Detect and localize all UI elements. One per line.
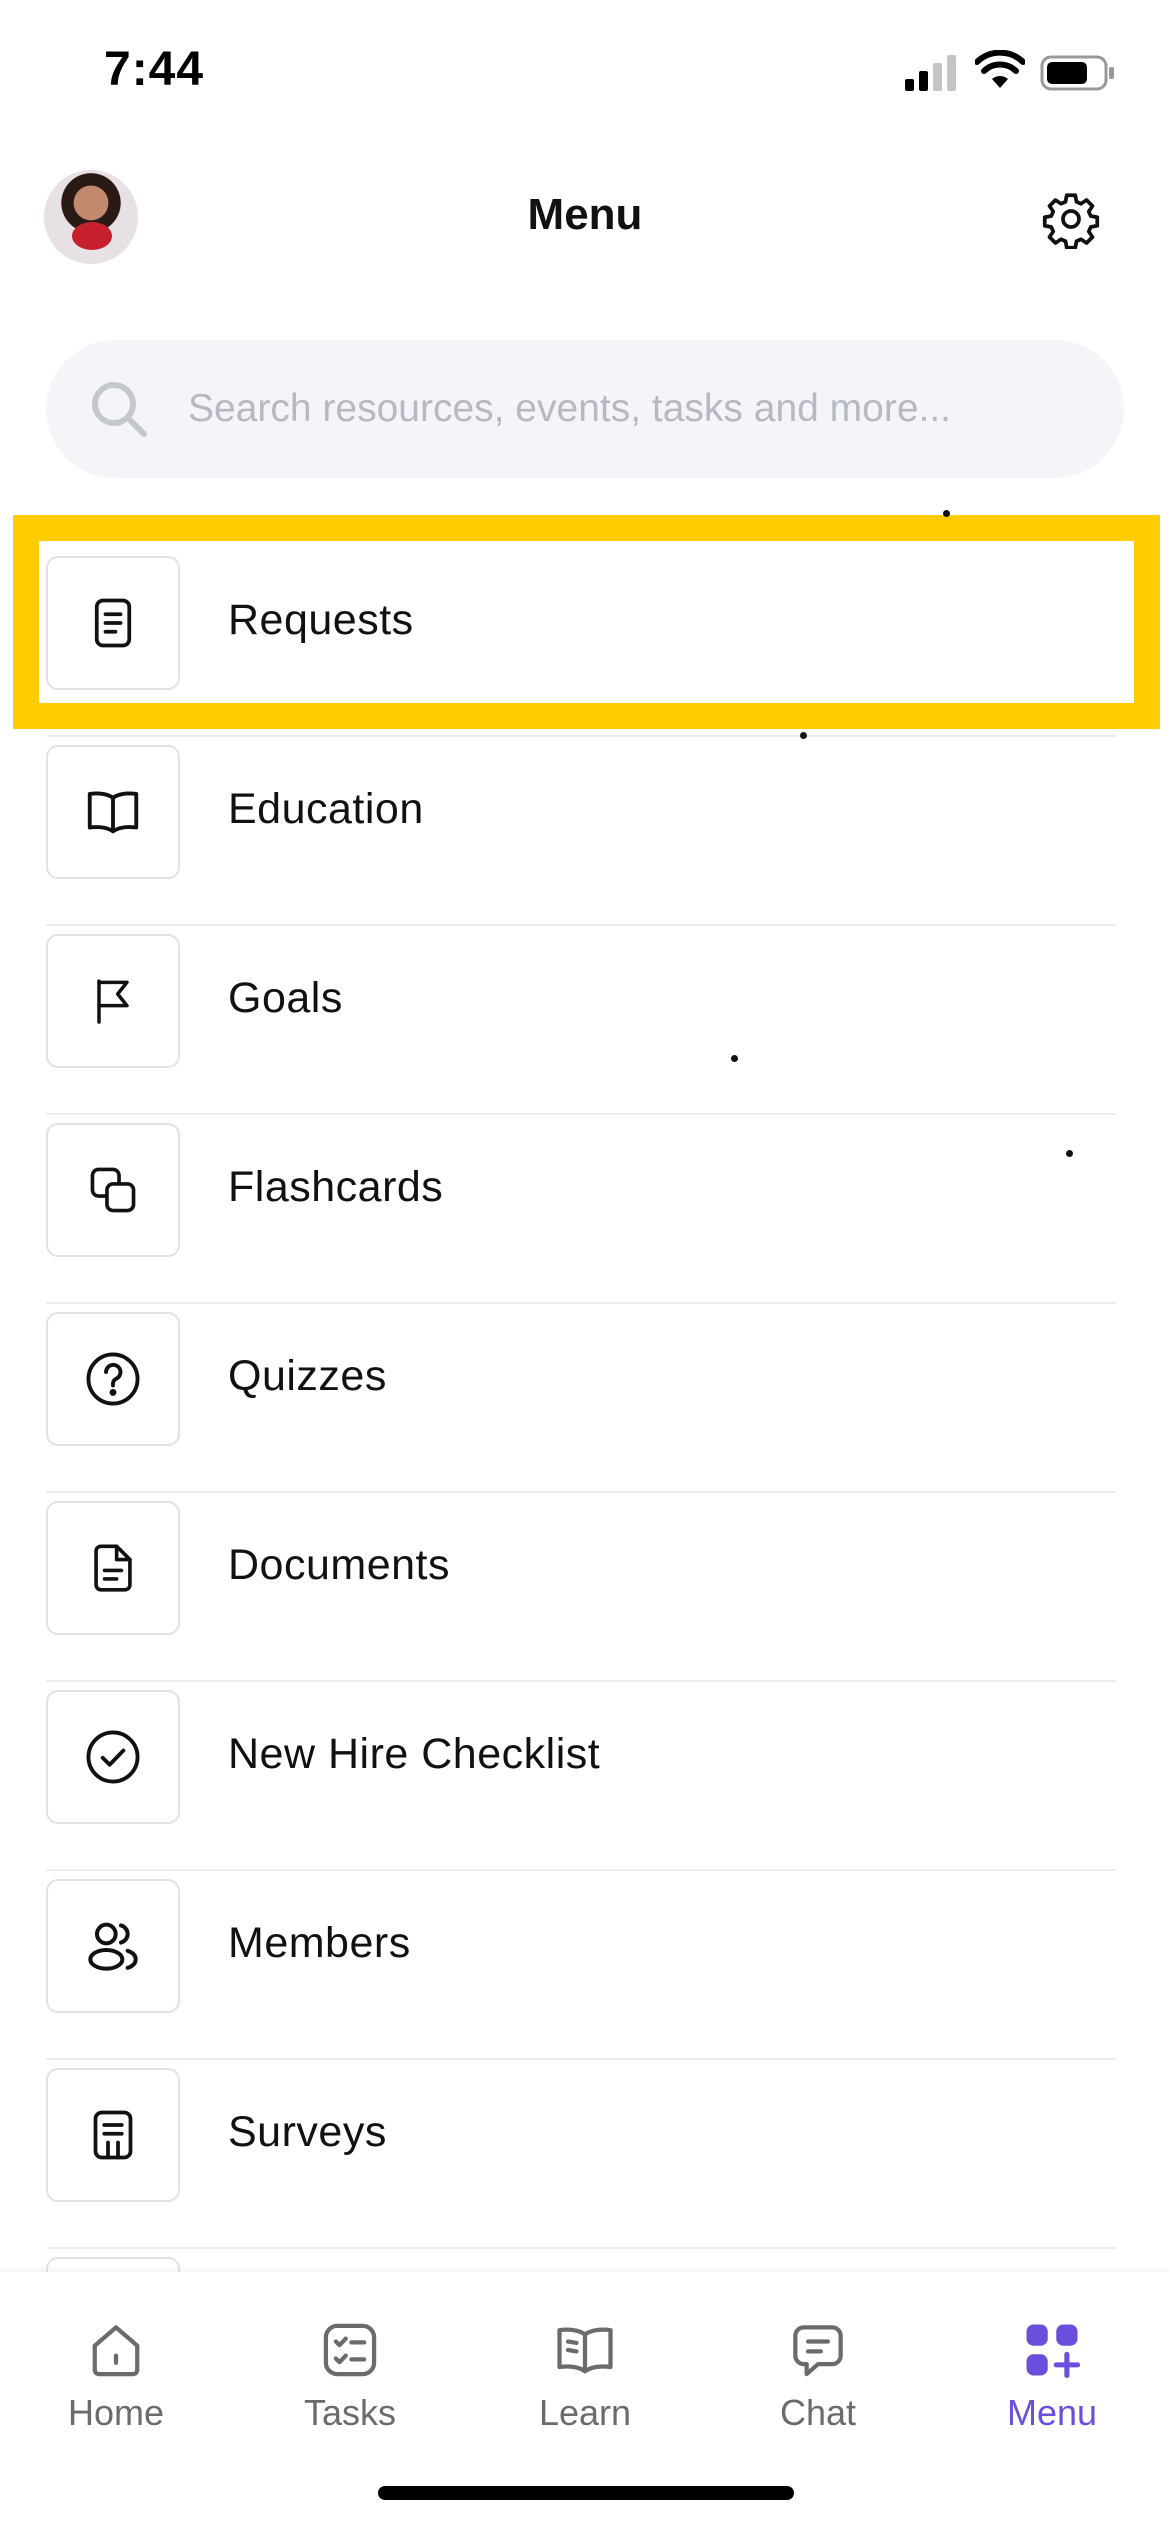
gear-icon <box>1042 193 1100 249</box>
menu-list: Requests Education Goals Flashcards Quiz… <box>46 548 1116 2309</box>
tab-label: Menu <box>1006 2392 1098 2433</box>
menu-item-label: Surveys <box>228 2108 387 2156</box>
open-book-icon <box>87 791 139 834</box>
menu-item-icon-box <box>46 934 180 1068</box>
check-circle-icon <box>86 1730 140 1784</box>
menu-item-icon-box <box>46 2068 180 2202</box>
menu-item-quizzes[interactable]: Quizzes <box>46 1304 1116 1493</box>
menu-item-icon-box <box>46 1312 180 1446</box>
search-input[interactable] <box>188 340 1068 478</box>
tab-chat[interactable]: Chat <box>728 2316 908 2456</box>
speck-dot <box>800 732 807 739</box>
home-indicator <box>378 2486 794 2500</box>
menu-item-education[interactable]: Education <box>46 737 1116 926</box>
search-icon <box>92 382 147 437</box>
menu-item-icon-box <box>46 1123 180 1257</box>
wifi-icon <box>975 50 1025 88</box>
copy-cards-icon <box>90 1167 136 1213</box>
speck-dot <box>1066 1150 1073 1157</box>
status-time: 7:44 <box>104 43 205 96</box>
menu-item-icon-box <box>46 1501 180 1635</box>
menu-item-label: Goals <box>228 974 343 1022</box>
survey-form-icon <box>93 2110 133 2160</box>
menu-item-surveys[interactable]: Surveys <box>46 2060 1116 2249</box>
tab-home[interactable]: Home <box>26 2316 206 2456</box>
menu-item-label: Quizzes <box>228 1352 387 1400</box>
battery-icon <box>1040 55 1114 91</box>
menu-item-new-hire-checklist[interactable]: New Hire Checklist <box>46 1682 1116 1871</box>
tab-label: Chat <box>779 2392 857 2433</box>
users-icon <box>88 1922 138 1971</box>
tab-menu[interactable]: Menu <box>962 2316 1142 2456</box>
menu-item-label: New Hire Checklist <box>228 1730 601 1778</box>
question-circle-icon <box>86 1352 140 1406</box>
menu-item-label: Flashcards <box>228 1163 444 1211</box>
menu-item-icon-box <box>46 745 180 879</box>
tasks-checklist-icon <box>323 2323 377 2377</box>
menu-item-icon-box <box>46 1690 180 1824</box>
tab-label: Home <box>67 2392 165 2433</box>
menu-item-icon-box <box>46 1879 180 2013</box>
book-icon <box>557 2327 613 2374</box>
highlight-box <box>13 515 1160 729</box>
tab-learn[interactable]: Learn <box>495 2316 675 2456</box>
file-text-icon <box>94 1544 132 1592</box>
menu-item-label: Members <box>228 1919 411 1967</box>
speck-dot <box>943 510 950 517</box>
home-icon <box>92 2325 140 2377</box>
menu-item-flashcards[interactable]: Flashcards <box>46 1115 1116 1304</box>
speck-dot <box>731 1055 738 1062</box>
page-title: Menu <box>527 190 643 239</box>
status-bar: 7:44 <box>0 0 1170 150</box>
menu-item-members[interactable]: Members <box>46 1871 1116 2060</box>
menu-item-goals[interactable]: Goals <box>46 926 1116 1115</box>
menu-item-documents[interactable]: Documents <box>46 1493 1116 1682</box>
grid-plus-icon <box>1026 2324 1081 2379</box>
tab-label: Learn <box>538 2392 632 2433</box>
cellular-signal-icon <box>905 55 956 91</box>
menu-item-label: Documents <box>228 1541 450 1589</box>
tab-label: Tasks <box>303 2392 397 2433</box>
flag-icon <box>97 979 129 1024</box>
header: Menu <box>0 160 1170 280</box>
tab-tasks[interactable]: Tasks <box>260 2316 440 2456</box>
search-bar[interactable] <box>46 340 1124 478</box>
chat-bubble-icon <box>793 2325 843 2377</box>
menu-item-label: Education <box>228 785 424 833</box>
settings-button[interactable] <box>1036 184 1106 254</box>
